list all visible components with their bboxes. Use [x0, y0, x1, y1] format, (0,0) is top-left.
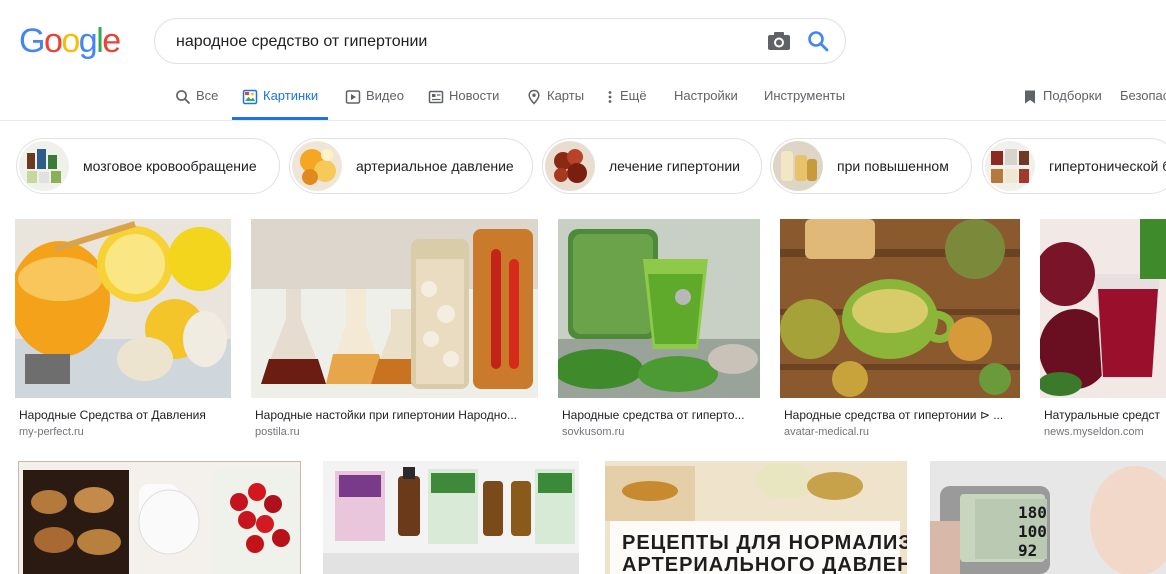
camera-icon[interactable] — [767, 31, 791, 51]
result-thumbnail[interactable]: РЕЦЕПТЫ ДЛЯ НОРМАЛИЗАЦИИ АРТЕРИАЛЬНОГО Д… — [605, 461, 907, 574]
chip-thumbnail — [19, 141, 69, 191]
search-icon[interactable] — [807, 30, 829, 52]
search-box[interactable]: народное средство от гипертонии — [154, 18, 846, 64]
related-chip[interactable]: гипертонической б — [982, 138, 1166, 194]
result-title[interactable]: Натуральные средст — [1044, 408, 1166, 422]
chip-thumbnail — [773, 141, 823, 191]
result-thumbnail[interactable] — [251, 219, 538, 398]
related-chip[interactable]: артериальное давление — [289, 138, 533, 194]
tab-video[interactable]: Видео — [345, 88, 404, 120]
bookmark-icon — [1025, 90, 1035, 104]
result-source[interactable]: avatar-medical.ru — [784, 426, 869, 438]
chip-label: лечение гипертонии — [609, 158, 740, 174]
image-result[interactable]: Народные настойки при гипертонии Народно… — [251, 219, 538, 444]
map-pin-icon — [528, 89, 540, 105]
tab-maps[interactable]: Карты — [526, 88, 584, 120]
related-chip[interactable]: мозговое кровообращение — [16, 138, 280, 194]
chip-thumbnail — [985, 141, 1035, 191]
image-result[interactable] — [18, 461, 301, 574]
play-icon — [345, 90, 361, 104]
tab-label: Картинки — [263, 88, 319, 103]
chip-label: мозговое кровообращение — [83, 158, 257, 174]
logo-letter: o — [43, 22, 63, 60]
tab-tools[interactable]: Инструменты — [764, 88, 845, 120]
header-divider — [0, 120, 1166, 121]
image-result[interactable]: Народные средства от гиперто... sovkusom… — [558, 219, 760, 444]
result-title[interactable]: Народные Средства от Давления — [19, 408, 231, 422]
search-input[interactable]: народное средство от гипертонии — [176, 33, 427, 51]
result-thumbnail[interactable]: 180 100 92 — [930, 461, 1166, 574]
search-tabs: Все Картинки Видео Новости Карты Ещё Нас… — [0, 88, 1166, 120]
collections-link[interactable]: Подборки — [1022, 88, 1102, 120]
chip-label: артериальное давление — [356, 158, 514, 174]
overlay-text: РЕЦЕПТЫ ДЛЯ НОРМАЛИЗАЦИИ — [622, 532, 907, 554]
tab-label: Новости — [449, 88, 500, 103]
more-vertical-icon — [608, 91, 612, 103]
tab-news[interactable]: Новости — [428, 88, 499, 120]
result-thumbnail[interactable] — [15, 219, 231, 398]
logo-letter: g — [78, 22, 98, 60]
newspaper-icon — [428, 90, 444, 104]
bp-reading: 100 — [1018, 522, 1047, 541]
overlay-text: АРТЕРИАЛЬНОГО ДАВЛЕНИЯ — [622, 554, 907, 574]
image-icon — [242, 89, 258, 105]
tab-label: Ещё — [620, 88, 647, 103]
result-source[interactable]: news.myseldon.com — [1044, 426, 1144, 438]
safesearch-link[interactable]: Безопас — [1120, 88, 1166, 120]
google-logo[interactable]: Google — [19, 22, 121, 60]
image-result[interactable] — [323, 461, 579, 574]
chip-thumbnail — [292, 141, 342, 191]
logo-letter: G — [19, 22, 45, 60]
search-icon — [176, 90, 191, 105]
logo-letter: e — [102, 22, 121, 60]
tab-images[interactable]: Картинки — [231, 88, 329, 120]
image-result[interactable]: Народные Средства от Давления my-perfect… — [15, 219, 231, 444]
tab-label: Настройки — [674, 88, 738, 103]
tab-label: Подборки — [1043, 88, 1102, 103]
result-title[interactable]: Народные средства от гипертонии ⊳ ... — [784, 408, 1020, 422]
result-source[interactable]: my-perfect.ru — [19, 426, 84, 438]
image-result[interactable]: Натуральные средст news.myseldon.com — [1040, 219, 1166, 444]
result-thumbnail[interactable] — [1040, 219, 1166, 398]
bp-reading: 180 — [1018, 503, 1047, 522]
image-result[interactable]: 180 100 92 — [930, 461, 1166, 574]
chip-label: гипертонической б — [1049, 158, 1166, 174]
result-title[interactable]: Народные настойки при гипертонии Народно… — [255, 408, 538, 422]
chip-thumbnail — [545, 141, 595, 191]
result-thumbnail[interactable] — [323, 461, 579, 574]
result-thumbnail[interactable] — [780, 219, 1020, 398]
tab-label: Инструменты — [764, 88, 846, 103]
result-source[interactable]: sovkusom.ru — [562, 426, 624, 438]
bp-reading: 92 — [1018, 541, 1037, 560]
tab-label: Безопас — [1120, 88, 1166, 103]
result-thumbnail[interactable] — [18, 461, 301, 574]
chip-label: при повышенном — [837, 158, 949, 174]
result-thumbnail[interactable] — [558, 219, 760, 398]
image-result[interactable]: Народные средства от гипертонии ⊳ ... av… — [780, 219, 1020, 444]
logo-letter: o — [61, 22, 80, 60]
result-title[interactable]: Народные средства от гиперто... — [562, 408, 760, 422]
tab-label: Карты — [547, 88, 585, 103]
image-result[interactable]: РЕЦЕПТЫ ДЛЯ НОРМАЛИЗАЦИИ АРТЕРИАЛЬНОГО Д… — [605, 461, 907, 574]
related-chip[interactable]: при повышенном — [770, 138, 972, 194]
tab-label: Видео — [366, 88, 404, 103]
tab-settings[interactable]: Настройки — [674, 88, 738, 120]
tab-all[interactable]: Все — [175, 88, 218, 120]
result-source[interactable]: postila.ru — [255, 426, 300, 438]
tab-label: Все — [196, 88, 219, 103]
tab-more[interactable]: Ещё — [606, 88, 647, 120]
related-chip[interactable]: лечение гипертонии — [542, 138, 762, 194]
